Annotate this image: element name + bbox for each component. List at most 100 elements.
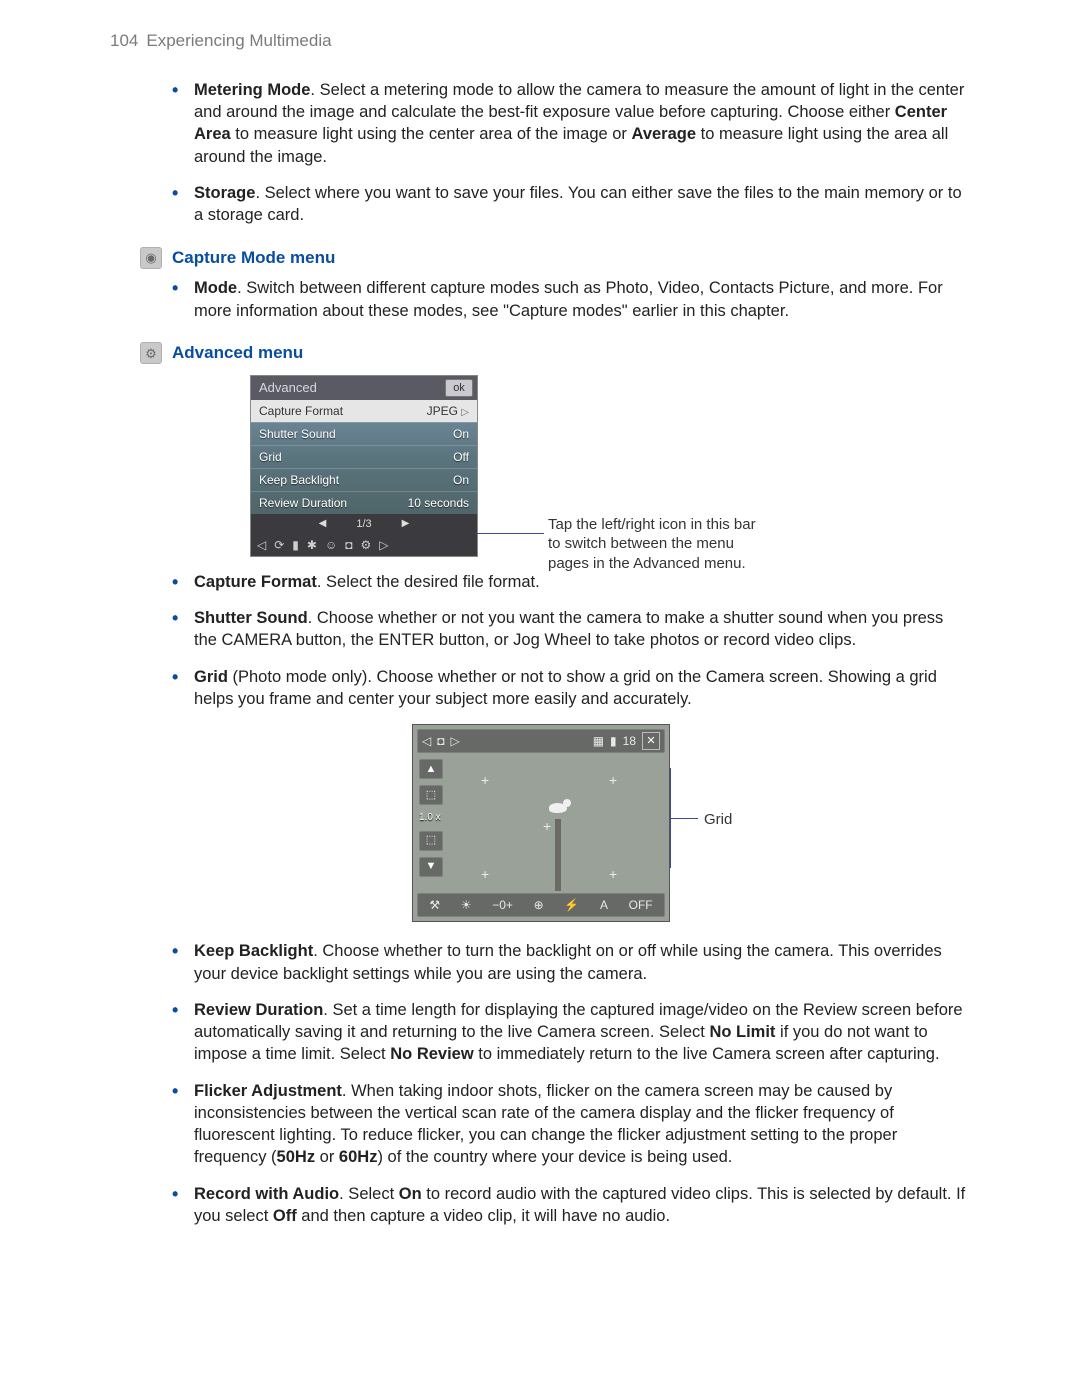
nav-right-icon[interactable]: ▶ bbox=[402, 517, 410, 531]
advanced-heading: ⚙ Advanced menu bbox=[140, 342, 970, 365]
grid-cross-icon: + bbox=[481, 865, 489, 884]
nav-right-icon[interactable]: ▷ bbox=[450, 733, 459, 749]
advanced-row[interactable]: Review Duration 10 seconds bbox=[251, 491, 477, 514]
bullet-title: Review Duration bbox=[194, 1001, 323, 1019]
bullet-capture-format: Capture Format. Select the desired file … bbox=[172, 571, 970, 593]
exposure-icon[interactable]: ☀ bbox=[461, 897, 472, 913]
camera-zoom-controls: ▲ ⬚ 1.0 x ⬚ ▼ bbox=[419, 759, 443, 877]
bullet-bold: Off bbox=[273, 1207, 297, 1225]
bullet-keep-backlight: Keep Backlight. Choose whether to turn t… bbox=[172, 940, 970, 985]
bullet-review-duration: Review Duration. Set a time length for d… bbox=[172, 999, 970, 1066]
back-icon[interactable]: ◁ bbox=[257, 537, 266, 553]
camera-mode-icon[interactable]: ◘ bbox=[437, 733, 444, 749]
bullet-title: Record with Audio bbox=[194, 1185, 339, 1203]
capture-mode-heading: ◉ Capture Mode menu bbox=[140, 247, 970, 270]
row-value: JPEG ▷ bbox=[427, 403, 469, 420]
bullet-flicker-adjustment: Flicker Adjustment. When taking indoor s… bbox=[172, 1080, 970, 1169]
callout-text: Tap the left/right icon in this bar to s… bbox=[548, 515, 768, 574]
tools-icon[interactable]: ⚒ bbox=[429, 897, 440, 913]
bullet-bold: Average bbox=[632, 125, 697, 143]
refresh-icon[interactable]: ⟳ bbox=[274, 537, 284, 553]
advanced-selected-row[interactable]: Capture Format JPEG ▷ bbox=[251, 400, 477, 422]
bullet-bold: 50Hz bbox=[277, 1148, 316, 1166]
bullet-bold: 60Hz bbox=[339, 1148, 378, 1166]
bullet-text: (Photo mode only). Choose whether or not… bbox=[194, 668, 937, 708]
bullet-text: to measure light using the center area o… bbox=[231, 125, 632, 143]
bullet-text: or bbox=[315, 1148, 339, 1166]
advanced-menu-screenshot: Advanced ok Capture Format JPEG ▷ Shutte… bbox=[250, 375, 478, 557]
grid-cross-icon: + bbox=[481, 771, 489, 790]
zoom-value: 1.0 x bbox=[419, 811, 443, 825]
bullet-title: Grid bbox=[194, 668, 228, 686]
advanced-bottom-toolbar: ◁ ⟳ ▮ ✱ ☺ ◘ ⚙ ▷ bbox=[251, 534, 477, 556]
brightness-icon[interactable]: ✱ bbox=[307, 537, 317, 553]
zoom-in-icon[interactable]: ▲ bbox=[419, 759, 443, 779]
page-header: 104 Experiencing Multimedia bbox=[110, 30, 970, 53]
bullet-metering-mode: Metering Mode. Select a metering mode to… bbox=[172, 79, 970, 168]
settings-icon[interactable]: ⚙ bbox=[360, 537, 371, 553]
face-icon[interactable]: ☺ bbox=[325, 537, 337, 553]
forward-icon[interactable]: ▷ bbox=[379, 537, 388, 553]
storage-icon[interactable]: ▮ bbox=[610, 733, 617, 749]
seagull-subject bbox=[543, 797, 573, 819]
camera-icon[interactable]: ◘ bbox=[345, 537, 352, 553]
advanced-row[interactable]: Grid Off bbox=[251, 445, 477, 468]
auto-icon[interactable]: A bbox=[600, 897, 608, 913]
advanced-page-nav: ◀ 1/3 ▶ bbox=[251, 514, 477, 534]
close-icon[interactable]: ✕ bbox=[642, 732, 660, 750]
section-heading-label: Advanced menu bbox=[172, 342, 303, 365]
row-value: Off bbox=[453, 449, 469, 465]
row-label: Review Duration bbox=[259, 495, 347, 511]
row-label: Grid bbox=[259, 449, 282, 465]
nav-left-icon[interactable]: ◁ bbox=[422, 733, 431, 749]
row-label: Capture Format bbox=[259, 403, 343, 419]
advanced-rows: Shutter Sound On Grid Off Keep BacklightOn… bbox=[251, 422, 477, 514]
chapter-title: Experiencing Multimedia bbox=[146, 31, 331, 50]
page-number: 104 bbox=[110, 31, 138, 50]
bullet-text: ) of the country where your device is be… bbox=[377, 1148, 732, 1166]
ok-button[interactable]: ok bbox=[445, 379, 473, 397]
shots-remaining: 18 bbox=[623, 733, 636, 749]
bullet-mode: Mode. Switch between different capture m… bbox=[172, 277, 970, 322]
bullet-text: . Select where you want to save your fil… bbox=[194, 184, 962, 224]
bullet-bold: No Limit bbox=[709, 1023, 775, 1041]
bullet-text: . Select the desired file format. bbox=[317, 573, 540, 591]
advanced-title-text: Advanced bbox=[259, 379, 317, 397]
row-label: Shutter Sound bbox=[259, 426, 336, 442]
bullet-record-with-audio: Record with Audio. Select On to record a… bbox=[172, 1183, 970, 1228]
zoom-max-icon: ⬚ bbox=[419, 785, 443, 805]
advanced-row[interactable]: Shutter Sound On bbox=[251, 422, 477, 445]
sliders-icon: ⚙ bbox=[140, 342, 162, 364]
bullet-shutter-sound: Shutter Sound. Choose whether or not you… bbox=[172, 607, 970, 652]
bullet-title: Metering Mode bbox=[194, 81, 310, 99]
bullet-title: Mode bbox=[194, 279, 237, 297]
card-icon[interactable]: ▮ bbox=[292, 537, 299, 553]
bullet-text: . Select a metering mode to allow the ca… bbox=[194, 81, 964, 121]
flash-icon[interactable]: ⚡ bbox=[564, 897, 579, 913]
capture-mode-bullets: Mode. Switch between different capture m… bbox=[172, 277, 970, 322]
zoom-min-icon: ⬚ bbox=[419, 831, 443, 851]
bullet-text: . Switch between different capture modes… bbox=[194, 279, 943, 319]
callout-leader-line bbox=[476, 533, 544, 534]
zoom-out-icon[interactable]: ▼ bbox=[419, 857, 443, 877]
bullet-text: and then capture a video clip, it will h… bbox=[297, 1207, 670, 1225]
nav-left-icon[interactable]: ◀ bbox=[319, 517, 327, 531]
bullet-grid: Grid (Photo mode only). Choose whether o… bbox=[172, 666, 970, 711]
page-indicator: 1/3 bbox=[356, 517, 371, 532]
row-value: On bbox=[453, 426, 469, 442]
ev-icon[interactable]: −0+ bbox=[492, 897, 513, 913]
camera-top-bar: ◁ ◘ ▷ ▦ ▮ 18 ✕ bbox=[417, 729, 665, 753]
advanced-menu-figure: Advanced ok Capture Format JPEG ▷ Shutte… bbox=[250, 375, 970, 557]
camera-bottom-bar: ⚒ ☀ −0+ ⊕ ⚡ A OFF bbox=[417, 893, 665, 917]
bullet-text: to immediately return to the live Camera… bbox=[474, 1045, 940, 1063]
wb-icon[interactable]: ⊕ bbox=[534, 897, 544, 913]
off-icon[interactable]: OFF bbox=[629, 897, 653, 913]
advanced-row[interactable]: Keep BacklightOn bbox=[251, 468, 477, 491]
resolution-icon[interactable]: ▦ bbox=[593, 733, 604, 749]
grid-cross-icon: + bbox=[609, 865, 617, 884]
row-value: On bbox=[453, 472, 469, 488]
row-value: 10 seconds bbox=[408, 495, 469, 511]
callout-leader-line bbox=[670, 818, 698, 819]
bullet-title: Shutter Sound bbox=[194, 609, 308, 627]
grid-center-icon: + bbox=[543, 817, 551, 836]
